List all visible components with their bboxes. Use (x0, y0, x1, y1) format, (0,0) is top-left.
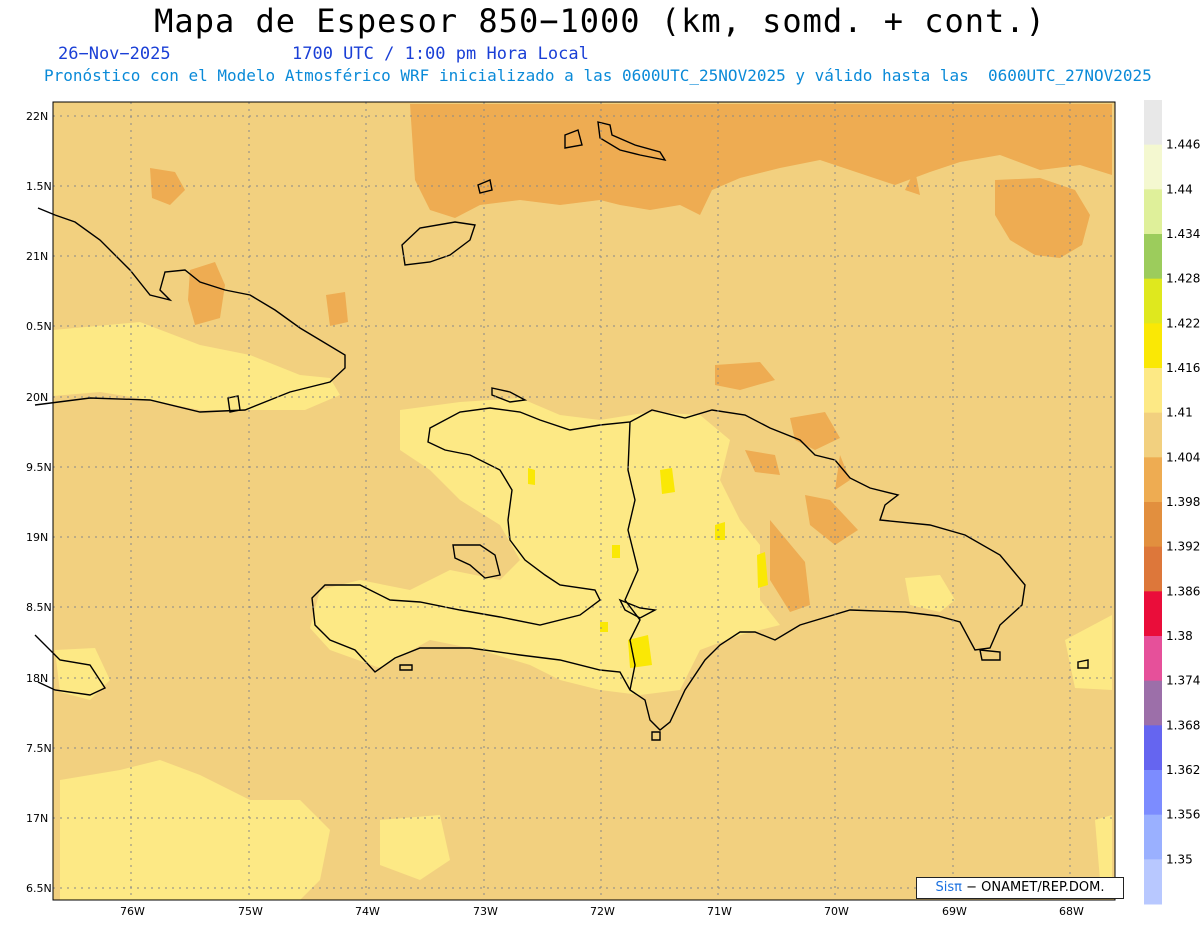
colorbar-swatch (1144, 591, 1162, 637)
colorbar-swatch (1144, 100, 1162, 146)
lat-label: 18N (26, 672, 48, 685)
colorbar-swatch (1144, 636, 1162, 682)
colorbar-label: 1.374 (1166, 674, 1200, 688)
colorbar-swatch (1144, 144, 1162, 190)
colorbar-swatch (1144, 725, 1162, 771)
lat-label: 17N (26, 812, 48, 825)
lat-label: 8.5N (26, 601, 52, 614)
lat-label: 20N (26, 391, 48, 404)
colorbar-swatch (1144, 546, 1162, 592)
lon-label: 72W (590, 905, 615, 918)
colorbar-label: 1.356 (1166, 808, 1200, 822)
colorbar-label: 1.38 (1166, 629, 1193, 643)
latitude-labels: 22N 1.5N 21N 0.5N 20N 9.5N 19N 8.5N 18N … (26, 110, 52, 895)
colorbar-swatch (1144, 502, 1162, 548)
colorbar-label: 1.41 (1166, 406, 1193, 420)
lon-label: 68W (1059, 905, 1084, 918)
colorbar-swatch (1144, 457, 1162, 503)
lat-label: 0.5N (26, 320, 52, 333)
colorbar-swatch (1144, 412, 1162, 458)
lat-label: 6.5N (26, 882, 52, 895)
colorbar-swatch (1144, 189, 1162, 235)
colorbar-label: 1.404 (1166, 450, 1200, 464)
colorbar-label: 1.35 (1166, 852, 1193, 866)
lat-label: 22N (26, 110, 48, 123)
lat-label: 9.5N (26, 461, 52, 474)
lon-label: 75W (238, 905, 263, 918)
colorbar-label: 1.44 (1166, 182, 1193, 196)
colorbar-swatch (1144, 770, 1162, 816)
lat-label: 1.5N (26, 180, 52, 193)
lon-label: 69W (942, 905, 967, 918)
colorbar-label: 1.362 (1166, 763, 1200, 777)
colorbar-swatch (1144, 234, 1162, 280)
colorbar-label: 1.368 (1166, 718, 1200, 732)
thickness-map: 22N 1.5N 21N 0.5N 20N 9.5N 19N 8.5N 18N … (26, 100, 1200, 918)
lon-label: 73W (473, 905, 498, 918)
lat-label: 7.5N (26, 742, 52, 755)
lat-label: 21N (26, 250, 48, 263)
colorbar-label: 1.422 (1166, 316, 1200, 330)
colorbar-label: 1.428 (1166, 272, 1200, 286)
colorbar-label: 1.392 (1166, 540, 1200, 554)
lon-label: 74W (355, 905, 380, 918)
colorbar-swatch (1144, 859, 1162, 905)
sispi-logo: Sisπ (935, 880, 962, 895)
colorbar-label: 1.398 (1166, 495, 1200, 509)
colorbar-swatch (1144, 278, 1162, 324)
colorbar-label: 1.446 (1166, 138, 1200, 152)
lon-label: 76W (120, 905, 145, 918)
longitude-labels: 76W 75W 74W 73W 72W 71W 70W 69W 68W (120, 905, 1084, 918)
colorbar-label: 1.434 (1166, 227, 1200, 241)
credit-text: − ONAMET/REP.DOM. (966, 880, 1105, 895)
colorbar-label: 1.386 (1166, 584, 1200, 598)
colorbar-swatch (1144, 680, 1162, 726)
colorbar-swatch (1144, 814, 1162, 860)
lon-label: 70W (824, 905, 849, 918)
colorbar: 1.446 1.44 1.434 1.428 1.422 1.416 1.41 1.404 1.… (1144, 100, 1200, 905)
colorbar-swatch (1144, 368, 1162, 414)
colorbar-swatch (1144, 323, 1162, 369)
lat-label: 19N (26, 531, 48, 544)
colorbar-label: 1.416 (1166, 361, 1200, 375)
credit-box: Sisπ − ONAMET/REP.DOM. (916, 877, 1124, 899)
lon-label: 71W (707, 905, 732, 918)
